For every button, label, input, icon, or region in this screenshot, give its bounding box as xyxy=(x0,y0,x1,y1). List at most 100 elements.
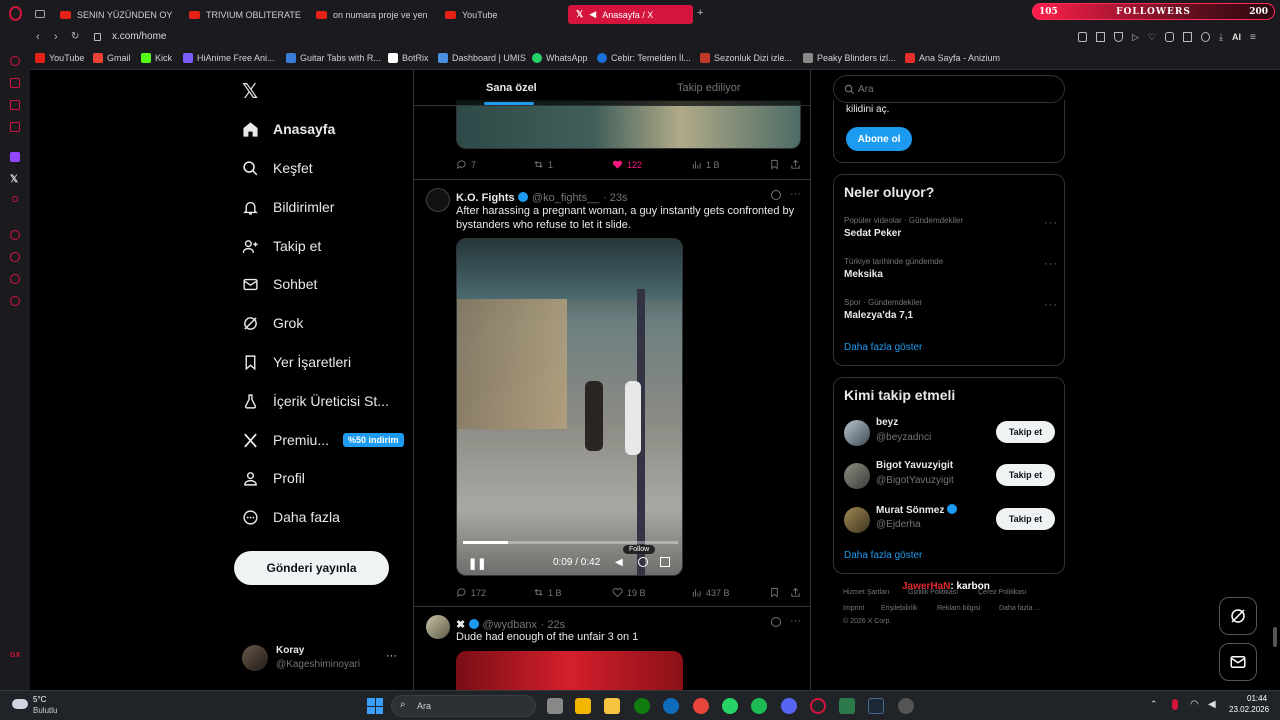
history-icon[interactable] xyxy=(10,252,20,262)
opera-ai-icon[interactable] xyxy=(10,56,20,66)
nav-grok[interactable]: Grok xyxy=(242,309,303,337)
nav-notifications[interactable]: Bildirimler xyxy=(242,193,334,221)
nav-bookmarks[interactable]: Yer İşaretleri xyxy=(242,348,351,376)
messenger-icon[interactable] xyxy=(10,78,20,88)
heart-icon[interactable]: ♡ xyxy=(1148,32,1156,43)
search-box[interactable]: Ara xyxy=(833,75,1065,103)
bookmark-anizium[interactable]: Ana Sayfa - Anizium xyxy=(905,53,1000,63)
suggestion-row[interactable]: beyz @beyzadnci Takip et xyxy=(844,417,1055,451)
opera-icon[interactable] xyxy=(9,6,22,21)
task-view-icon[interactable] xyxy=(547,698,563,714)
bookmark-cebir[interactable]: Cebir: Temelden İl... xyxy=(597,53,691,63)
volume-icon[interactable]: ◀ xyxy=(615,557,623,568)
fullscreen-icon[interactable] xyxy=(660,557,670,567)
tweet0-retweet-button[interactable]: 1 xyxy=(533,159,553,170)
nav-follow[interactable]: Takip et xyxy=(242,232,321,260)
x-logo-icon[interactable]: 𝕏 xyxy=(242,79,258,103)
tweet1-retweet-button[interactable]: 1 B xyxy=(533,587,562,598)
player-icon[interactable] xyxy=(10,230,20,240)
scrollbar[interactable] xyxy=(1273,627,1277,647)
clock-date[interactable]: 23.02.2026 xyxy=(1229,705,1269,714)
tweet1-bookmark-button[interactable] xyxy=(769,587,780,598)
dot-sidebar-icon[interactable] xyxy=(12,196,18,202)
shield-icon[interactable] xyxy=(1114,32,1123,42)
windows-start-icon[interactable] xyxy=(367,698,383,714)
weather-widget[interactable]: 5°C Bulutlu xyxy=(12,694,72,718)
tweet1-author-name[interactable]: K.O. Fights xyxy=(456,192,515,204)
tweet1-views-button[interactable]: 437 B xyxy=(691,587,730,598)
bookmark-peaky[interactable]: Peaky Blinders izl... xyxy=(803,53,896,63)
messages-float-button[interactable] xyxy=(1219,643,1257,681)
tweet2-avatar[interactable] xyxy=(426,615,450,639)
tab-x-home[interactable]: 𝕏 ◀ Anasayfa / X xyxy=(568,5,693,24)
clock-time[interactable]: 01:44 xyxy=(1247,694,1267,703)
trend-2-name[interactable]: Meksika xyxy=(844,269,883,280)
x-sidebar-icon[interactable]: 𝕏 xyxy=(10,174,18,185)
discord-icon[interactable] xyxy=(781,698,797,714)
follow-button[interactable]: Takip et xyxy=(996,508,1055,530)
tab-following[interactable]: Takip ediliyor xyxy=(677,82,741,94)
tweet1-handle[interactable]: @ko_fights__ xyxy=(532,192,599,204)
trend-1-more-icon[interactable]: ··· xyxy=(1044,217,1058,229)
tweet0-reply-button[interactable]: 7 xyxy=(456,159,476,170)
pause-icon[interactable]: ❚❚ xyxy=(468,557,486,570)
reload-icon[interactable]: ↻ xyxy=(71,31,79,42)
grok-icon[interactable] xyxy=(771,617,781,627)
app-icon[interactable] xyxy=(839,698,855,714)
nav-home[interactable]: Anasayfa xyxy=(242,115,335,143)
play-icon[interactable]: ▷ xyxy=(1132,32,1139,43)
account-switcher[interactable]: Koray @Kageshiminoyari ··· xyxy=(242,643,402,673)
nav-creator-studio[interactable]: İçerik Üreticisi St... xyxy=(242,387,389,415)
nav-premium[interactable]: Premiu... %50 indirim xyxy=(242,426,404,454)
steam-icon[interactable] xyxy=(868,698,884,714)
footer-ads-info[interactable]: Reklam bilgisi xyxy=(937,605,980,612)
video-follow-badge[interactable]: Follow xyxy=(623,545,656,554)
grok-icon[interactable] xyxy=(771,190,781,200)
taskbar-search[interactable]: ⌕ Ara xyxy=(391,695,536,717)
tab-3[interactable]: on numara proje ve yeni e xyxy=(316,5,428,24)
tab-1[interactable]: SENIN YÜZÜNDEN OYUNC xyxy=(60,5,172,24)
forward-icon[interactable]: › xyxy=(54,31,58,43)
bookmark-whatsapp[interactable]: WhatsApp xyxy=(532,53,588,63)
trend-3-more-icon[interactable]: ··· xyxy=(1044,299,1058,311)
account-more-icon[interactable]: ··· xyxy=(386,650,397,662)
youtube-sidebar-icon[interactable] xyxy=(10,100,20,110)
bookmark-hianime[interactable]: HiAnime Free Ani... xyxy=(183,53,275,63)
whatsapp-icon[interactable] xyxy=(722,698,738,714)
bookmark-botrix[interactable]: BotRix xyxy=(388,53,429,63)
xbox-icon[interactable] xyxy=(634,698,650,714)
trend-2-more-icon[interactable]: ··· xyxy=(1044,258,1058,270)
instagram-icon[interactable] xyxy=(10,122,20,132)
tab-4[interactable]: YouTube xyxy=(445,5,557,24)
tweet1-share-button[interactable] xyxy=(790,587,801,598)
tweet0-share-button[interactable] xyxy=(790,159,801,170)
settings-icon[interactable] xyxy=(10,296,20,306)
tweet2-more-icon[interactable]: ··· xyxy=(790,615,801,627)
nav-chat[interactable]: Sohbet xyxy=(242,270,317,298)
edge-icon[interactable] xyxy=(663,698,679,714)
settings-gear-icon[interactable] xyxy=(638,557,648,567)
spotify-icon[interactable] xyxy=(751,698,767,714)
suggestion-row[interactable]: Murat Sönmez @Ejderha Takip et xyxy=(844,504,1055,538)
trend-1-name[interactable]: Sedat Peker xyxy=(844,228,901,239)
trends-show-more[interactable]: Daha fazla göster xyxy=(844,342,922,353)
back-icon[interactable]: ‹ xyxy=(36,31,40,43)
bookmark-youtube[interactable]: YouTube xyxy=(35,53,84,63)
footer-more[interactable]: Daha fazla ... xyxy=(999,605,1040,612)
menu-icon[interactable]: ≡ xyxy=(1250,32,1256,43)
video-progress-track[interactable] xyxy=(463,541,678,544)
twitch-icon[interactable] xyxy=(10,152,20,162)
tweet1-avatar[interactable] xyxy=(426,188,450,212)
snapshot-icon[interactable] xyxy=(1096,32,1105,42)
nav-more[interactable]: Daha fazla xyxy=(242,503,340,531)
tweet1-more-icon[interactable]: ··· xyxy=(790,188,801,200)
url-field[interactable]: x.com/home xyxy=(112,31,166,42)
footer-cookies[interactable]: Çerez Politikası xyxy=(978,589,1027,596)
bookmark-kick[interactable]: Kick xyxy=(141,53,172,63)
tweet1-time[interactable]: · 23s xyxy=(603,192,627,204)
tweet1-like-button[interactable]: 19 B xyxy=(612,587,646,598)
trend-3-name[interactable]: Malezya'da 7,1 xyxy=(844,310,913,321)
pinboard-icon[interactable] xyxy=(10,274,20,284)
follow-button[interactable]: Takip et xyxy=(996,464,1055,486)
bookmark-umis[interactable]: Dashboard | UMIS xyxy=(438,53,526,63)
